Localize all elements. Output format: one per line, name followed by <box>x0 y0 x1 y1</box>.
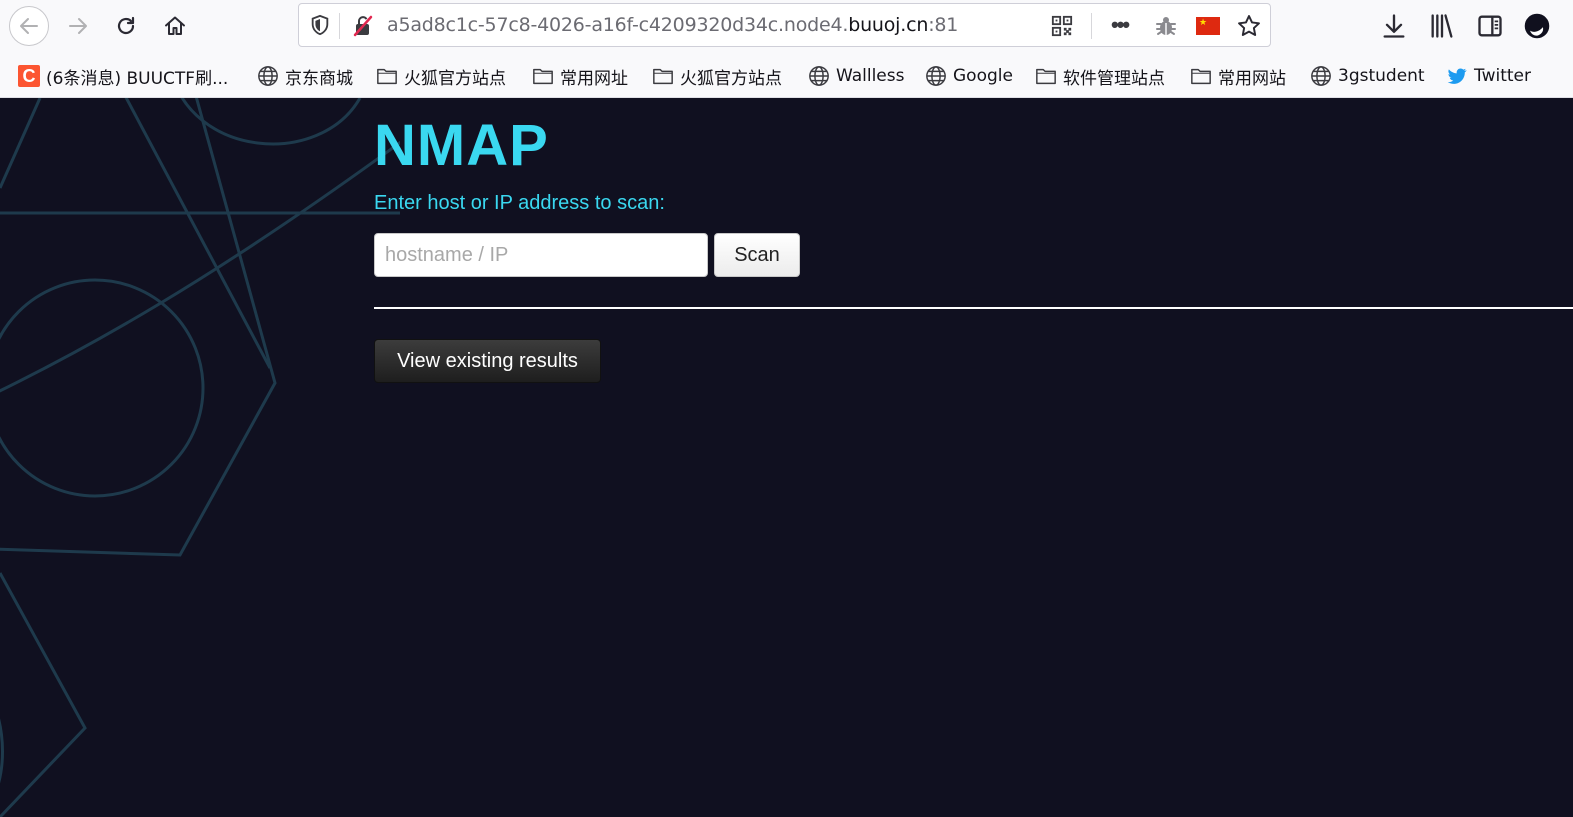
tracking-shield-icon[interactable] <box>309 14 331 36</box>
globe-icon <box>1311 66 1331 86</box>
home-icon <box>165 16 185 35</box>
twitter-icon <box>1447 68 1467 84</box>
folder-icon <box>1036 68 1056 85</box>
host-input[interactable] <box>374 233 708 277</box>
folder-icon <box>653 68 673 85</box>
download-icon[interactable] <box>1380 12 1408 40</box>
bookmark-label: 火狐官方站点 <box>404 68 506 89</box>
bookmark-folder-firefox[interactable]: 火狐官方站点 <box>376 64 506 89</box>
csdn-icon: C <box>18 65 40 87</box>
scan-prompt-label: Enter host or IP address to scan: <box>374 192 665 214</box>
url-separator <box>1091 13 1092 39</box>
page-viewport: NMAP Enter host or IP address to scan: S… <box>0 98 1573 817</box>
library-icon[interactable] <box>1428 12 1456 40</box>
sidebar-icon[interactable] <box>1476 12 1504 40</box>
bookmark-label: Wallless <box>836 66 905 86</box>
bookmark-label: 3gstudent <box>1338 66 1425 86</box>
globe-icon <box>809 66 829 86</box>
bug-extension-icon[interactable] <box>1154 14 1178 38</box>
globe-icon <box>258 66 278 86</box>
page-actions-more-icon[interactable]: ••• <box>1111 12 1130 38</box>
bookmark-jd[interactable]: 京东商城 <box>257 64 353 89</box>
url-text[interactable]: a5ad8c1c-57c8-4026-a16f-c4209320d34c.nod… <box>387 14 958 36</box>
url-bar[interactable]: a5ad8c1c-57c8-4026-a16f-c4209320d34c.nod… <box>298 3 1271 47</box>
china-flag-icon[interactable]: ★ <box>1196 17 1220 35</box>
url-domain: buuoj.cn <box>848 14 929 36</box>
bookmark-csdn[interactable]: C (6条消息) BUUCTF刷... <box>18 64 229 89</box>
bookmark-folder-common[interactable]: 常用网址 <box>532 64 628 89</box>
page-title: NMAP <box>374 113 549 178</box>
bookmark-3gstudent[interactable]: 3gstudent <box>1310 64 1425 88</box>
browser-toolbar: a5ad8c1c-57c8-4026-a16f-c4209320d34c.nod… <box>0 0 1573 54</box>
bookmark-label: 软件管理站点 <box>1063 68 1165 89</box>
bookmark-star-icon[interactable] <box>1236 13 1262 39</box>
arrow-right-icon <box>69 18 87 34</box>
arrow-left-icon <box>20 18 38 34</box>
url-path: a5ad8c1c-57c8-4026-a16f-c4209320d34c.nod… <box>387 14 849 36</box>
bookmark-folder-firefox-2[interactable]: 火狐官方站点 <box>652 64 782 89</box>
horizontal-divider <box>374 307 1573 309</box>
folder-icon <box>377 68 397 85</box>
reload-button[interactable] <box>106 6 146 46</box>
reload-icon <box>117 16 135 35</box>
url-separator <box>339 13 340 39</box>
globe-icon <box>926 66 946 86</box>
bookmark-label: 常用网站 <box>1218 68 1286 89</box>
bookmark-twitter[interactable]: Twitter <box>1446 64 1531 88</box>
folder-icon <box>1191 68 1211 85</box>
bookmark-label: 常用网址 <box>560 68 628 89</box>
folder-icon <box>533 68 553 85</box>
bookmark-label: 京东商城 <box>285 68 353 89</box>
back-button[interactable] <box>9 6 49 46</box>
view-existing-results-button[interactable]: View existing results <box>374 339 601 383</box>
bookmark-google[interactable]: Google <box>925 64 1013 88</box>
bookmarks-toolbar: C (6条消息) BUUCTF刷... 京东商城 火狐官方站点 常用网址 火狐官方… <box>0 54 1573 98</box>
bookmark-label: (6条消息) BUUCTF刷... <box>46 68 229 89</box>
scan-button[interactable]: Scan <box>714 233 800 277</box>
bookmark-folder-sites[interactable]: 常用网站 <box>1190 64 1286 89</box>
home-button[interactable] <box>155 6 195 46</box>
bookmark-label: 火狐官方站点 <box>680 68 782 89</box>
background-geometric-pattern <box>0 98 400 817</box>
account-avatar-icon[interactable] <box>1523 12 1551 40</box>
insecure-lock-icon[interactable] <box>351 14 375 38</box>
bookmark-wallless[interactable]: Wallless <box>808 64 904 88</box>
qr-code-icon[interactable] <box>1051 15 1073 37</box>
url-port: :81 <box>928 14 959 36</box>
bookmark-label: Twitter <box>1474 66 1531 86</box>
bookmark-folder-software[interactable]: 软件管理站点 <box>1035 64 1165 89</box>
bookmark-label: Google <box>953 66 1013 86</box>
forward-button[interactable] <box>58 6 98 46</box>
